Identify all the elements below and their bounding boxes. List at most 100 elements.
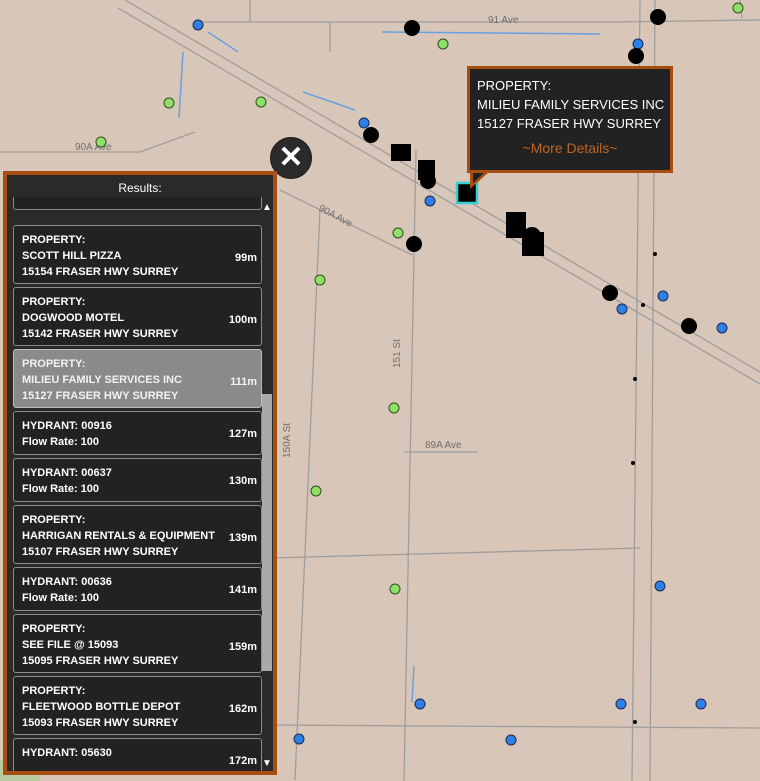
street-label: 91 Ave	[488, 15, 519, 26]
more-details-link[interactable]: ~More Details~	[470, 139, 670, 158]
result-line: 15095 FRASER HWY SURREY	[22, 655, 179, 667]
street-label: 151 St	[392, 339, 403, 368]
green-point-marker[interactable]	[389, 583, 401, 595]
result-item[interactable]: HYDRANT: 00637 Flow Rate: 100 130m	[13, 458, 262, 502]
property-marker[interactable]	[650, 9, 666, 25]
scrollbar-thumb[interactable]	[262, 394, 272, 671]
green-point-marker[interactable]	[732, 2, 744, 14]
result-line: PROPERTY:	[22, 685, 86, 697]
result-line: PROPERTY:	[22, 234, 86, 246]
green-point-marker[interactable]	[310, 485, 322, 497]
triangle-up-icon[interactable]: ▲	[262, 203, 272, 213]
property-marker[interactable]	[406, 236, 422, 252]
green-point-marker[interactable]	[392, 227, 404, 239]
property-marker[interactable]	[391, 144, 411, 161]
result-distance: 139m	[228, 532, 257, 544]
hydrant-marker[interactable]	[293, 733, 305, 745]
street-label: 150A St	[282, 423, 293, 458]
street-label: 89A Ave	[425, 440, 462, 451]
results-scrollbar[interactable]: ▲ ▼	[262, 197, 272, 769]
result-distance: 141m	[228, 584, 257, 596]
hydrant-marker[interactable]	[716, 322, 728, 334]
hydrant-marker[interactable]	[654, 580, 666, 592]
property-marker-small[interactable]	[633, 720, 637, 724]
result-line: 15127 FRASER HWY SURREY	[22, 390, 179, 402]
result-line: DOGWOOD MOTEL	[22, 312, 125, 324]
result-line: HYDRANT: 00916	[22, 420, 112, 432]
property-marker-small[interactable]	[631, 461, 635, 465]
close-icon: ✕	[278, 141, 304, 174]
result-line: Flow Rate: 100	[22, 483, 100, 495]
property-marker[interactable]	[602, 285, 618, 301]
result-line: PROPERTY:	[22, 623, 86, 635]
result-distance: 111m	[230, 376, 257, 388]
result-item[interactable]: PROPERTY: HARRIGAN RENTALS & EQUIPMENT 1…	[13, 505, 262, 564]
property-popup: PROPERTY: MILIEU FAMILY SERVICES INC 151…	[467, 66, 673, 173]
hydrant-marker[interactable]	[192, 19, 204, 31]
property-marker-small[interactable]	[653, 252, 657, 256]
hydrant-marker[interactable]	[632, 38, 644, 50]
result-line: 15093 FRASER HWY SURREY	[22, 717, 179, 729]
result-line: SEE FILE @ 15093	[22, 639, 119, 651]
green-point-marker[interactable]	[388, 402, 400, 414]
property-marker[interactable]	[628, 48, 644, 64]
hydrant-marker[interactable]	[616, 303, 628, 315]
result-item[interactable]: PROPERTY: SCOTT HILL PIZZA 15154 FRASER …	[13, 225, 262, 284]
result-line: SCOTT HILL PIZZA	[22, 250, 122, 262]
hydrant-marker[interactable]	[657, 290, 669, 302]
result-line: PROPERTY:	[22, 358, 86, 370]
hydrant-marker[interactable]	[615, 698, 627, 710]
result-distance: 172m	[228, 755, 257, 767]
result-line: 15107 FRASER HWY SURREY	[22, 546, 179, 558]
result-distance: 130m	[228, 475, 257, 487]
result-line: HYDRANT: 05630	[22, 747, 112, 759]
results-title: Results:	[118, 181, 162, 195]
triangle-down-icon[interactable]: ▼	[262, 759, 272, 769]
result-distance: 159m	[228, 641, 257, 653]
popup-line-address: 15127 FRASER HWY SURREY	[477, 116, 661, 131]
property-marker-small[interactable]	[641, 303, 645, 307]
result-item[interactable]: HYDRANT: 00916 Flow Rate: 100 127m	[13, 411, 262, 455]
result-distance: 100m	[228, 314, 257, 326]
results-panel: Results: HARINDER GREWAL & CO. 15152 FRA…	[3, 171, 277, 775]
hydrant-marker[interactable]	[358, 117, 370, 129]
result-line: Flow Rate: 100	[22, 436, 100, 448]
result-line: MILIEU FAMILY SERVICES INC	[22, 374, 182, 386]
result-line: PROPERTY:	[22, 514, 86, 526]
result-distance: 162m	[228, 703, 257, 715]
hydrant-marker[interactable]	[424, 195, 436, 207]
hydrant-marker[interactable]	[414, 698, 426, 710]
result-line: HARRIGAN RENTALS & EQUIPMENT	[22, 530, 215, 542]
result-distance: 127m	[228, 428, 257, 440]
property-marker[interactable]	[522, 232, 544, 256]
property-marker-small[interactable]	[633, 377, 637, 381]
result-line: HYDRANT: 00636	[22, 576, 112, 588]
green-point-marker[interactable]	[163, 97, 175, 109]
result-item[interactable]: PROPERTY: DOGWOOD MOTEL 15142 FRASER HWY…	[13, 287, 262, 346]
result-line: HYDRANT: 00637	[22, 467, 112, 479]
green-point-marker[interactable]	[437, 38, 449, 50]
result-item-selected[interactable]: PROPERTY: MILIEU FAMILY SERVICES INC 151…	[13, 349, 262, 408]
property-marker[interactable]	[418, 160, 435, 180]
result-item[interactable]: HYDRANT: 05630 172m	[13, 738, 262, 771]
result-line: 15154 FRASER HWY SURREY	[22, 266, 179, 278]
result-item[interactable]: PROPERTY: FLEETWOOD BOTTLE DEPOT 15093 F…	[13, 676, 262, 735]
street-label: 90A Ave	[75, 142, 112, 153]
property-marker[interactable]	[363, 127, 379, 143]
popup-line-type: PROPERTY:	[477, 78, 552, 93]
green-point-marker[interactable]	[255, 96, 267, 108]
result-line: 15142 FRASER HWY SURREY	[22, 328, 179, 340]
result-line: Flow Rate: 100	[22, 592, 100, 604]
result-line: FLEETWOOD BOTTLE DEPOT	[22, 701, 181, 713]
property-marker[interactable]	[404, 20, 420, 36]
result-distance: 99m	[234, 252, 257, 264]
popup-line-name: MILIEU FAMILY SERVICES INC	[477, 97, 665, 112]
property-marker[interactable]	[681, 318, 697, 334]
result-line: PROPERTY:	[22, 296, 86, 308]
result-item[interactable]: HYDRANT: 00636 Flow Rate: 100 141m	[13, 567, 262, 611]
green-point-marker[interactable]	[95, 136, 107, 148]
result-item[interactable]: PROPERTY: SEE FILE @ 15093 15095 FRASER …	[13, 614, 262, 673]
hydrant-marker[interactable]	[695, 698, 707, 710]
hydrant-marker[interactable]	[505, 734, 517, 746]
green-point-marker[interactable]	[314, 274, 326, 286]
